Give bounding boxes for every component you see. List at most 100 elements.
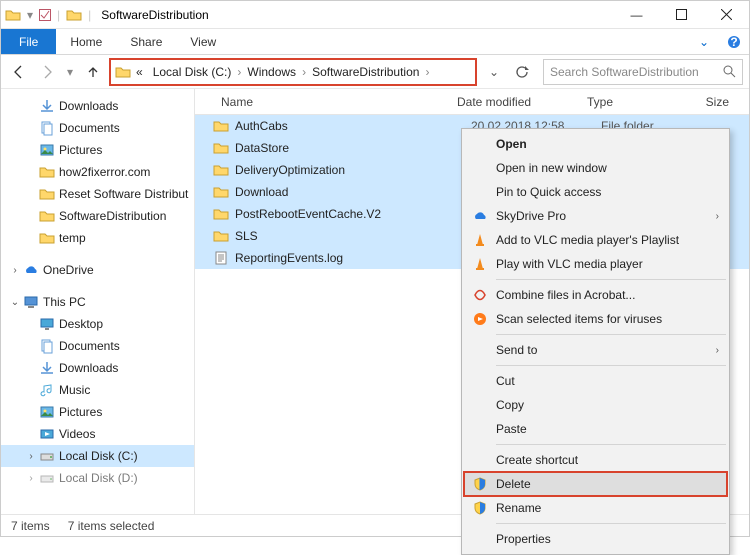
shield-icon	[472, 500, 488, 516]
pc-icon	[23, 294, 39, 310]
separator	[496, 444, 726, 445]
tree-videos[interactable]: Videos	[1, 423, 194, 445]
onedrive-icon	[23, 262, 39, 278]
ctx-send-to[interactable]: Send to›	[464, 338, 727, 362]
tree-downloads[interactable]: Downloads	[1, 357, 194, 379]
ctx-skydrive-pro[interactable]: SkyDrive Pro›	[464, 204, 727, 228]
col-date[interactable]: Date modified	[449, 95, 579, 109]
nav-pane[interactable]: Downloads Documents Pictures how2fixerro…	[1, 89, 195, 514]
ctx-pin-quick-access[interactable]: Pin to Quick access	[464, 180, 727, 204]
tree-onedrive[interactable]: ›OneDrive	[1, 259, 194, 281]
folder-icon	[213, 140, 229, 156]
status-item-count: 7 items	[11, 519, 50, 533]
ctx-copy[interactable]: Copy	[464, 393, 727, 417]
tree-folder[interactable]: Reset Software Distribut	[1, 183, 194, 205]
folder-icon	[66, 7, 82, 23]
tree-local-disk-d[interactable]: ›Local Disk (D:)	[1, 467, 194, 489]
folder-icon	[115, 64, 131, 80]
tab-home[interactable]: Home	[56, 29, 116, 54]
chevron-right-icon[interactable]: ›	[424, 65, 430, 79]
ctx-vlc-play[interactable]: Play with VLC media player	[464, 252, 727, 276]
search-placeholder: Search SoftwareDistribution	[550, 65, 699, 79]
address-dropdown[interactable]: ⌄	[483, 61, 505, 83]
ctx-avast-scan[interactable]: Scan selected items for viruses	[464, 307, 727, 331]
videos-icon	[39, 426, 55, 442]
file-name: PostRebootEventCache.V2	[235, 207, 471, 221]
ribbon-expand-icon[interactable]: ⌄	[689, 29, 719, 54]
tree-pictures[interactable]: Pictures	[1, 139, 194, 161]
qat-sep: |	[88, 8, 91, 22]
qat-dropdown[interactable]: ▾	[27, 8, 33, 22]
folder-icon	[39, 164, 55, 180]
breadcrumb-prefix[interactable]: «	[131, 65, 148, 79]
tree-downloads[interactable]: Downloads	[1, 95, 194, 117]
file-name: ReportingEvents.log	[235, 251, 471, 265]
separator	[496, 523, 726, 524]
breadcrumb[interactable]: SoftwareDistribution	[307, 65, 424, 79]
file-name: DataStore	[235, 141, 471, 155]
up-button[interactable]	[81, 60, 105, 84]
collapse-icon[interactable]: ⌄	[7, 297, 23, 308]
expand-icon[interactable]: ›	[7, 265, 23, 276]
ctx-delete[interactable]: Delete	[464, 472, 727, 496]
folder-icon	[213, 184, 229, 200]
ctx-acrobat[interactable]: Combine files in Acrobat...	[464, 283, 727, 307]
ctx-open[interactable]: Open	[464, 132, 727, 156]
col-size[interactable]: Size	[669, 95, 749, 109]
file-icon	[213, 250, 229, 266]
separator	[496, 334, 726, 335]
minimize-button[interactable]: —	[614, 1, 659, 29]
help-icon[interactable]: ?	[719, 29, 749, 54]
tab-share[interactable]: Share	[116, 29, 176, 54]
folder-icon	[39, 186, 55, 202]
ctx-open-new-window[interactable]: Open in new window	[464, 156, 727, 180]
breadcrumb[interactable]: Windows	[242, 65, 301, 79]
tree-folder[interactable]: temp	[1, 227, 194, 249]
downloads-icon	[39, 360, 55, 376]
tree-local-disk-c[interactable]: ›Local Disk (C:)	[1, 445, 194, 467]
ctx-vlc-add[interactable]: Add to VLC media player's Playlist	[464, 228, 727, 252]
separator	[496, 279, 726, 280]
folder-icon	[5, 7, 21, 23]
chevron-right-icon: ›	[716, 211, 719, 222]
folder-icon	[213, 228, 229, 244]
tab-view[interactable]: View	[176, 29, 230, 54]
col-name[interactable]: Name	[213, 95, 449, 109]
col-type[interactable]: Type	[579, 95, 669, 109]
expand-icon[interactable]: ›	[23, 451, 39, 462]
folder-icon	[213, 162, 229, 178]
documents-icon	[39, 120, 55, 136]
svg-text:?: ?	[730, 35, 737, 49]
tree-desktop[interactable]: Desktop	[1, 313, 194, 335]
expand-icon[interactable]: ›	[23, 473, 39, 484]
drive-icon	[39, 448, 55, 464]
forward-button[interactable]	[35, 60, 59, 84]
tree-music[interactable]: Music	[1, 379, 194, 401]
tree-pictures[interactable]: Pictures	[1, 401, 194, 423]
ctx-paste[interactable]: Paste	[464, 417, 727, 441]
tree-documents[interactable]: Documents	[1, 117, 194, 139]
breadcrumb[interactable]: Local Disk (C:)	[148, 65, 237, 79]
ctx-rename[interactable]: Rename	[464, 496, 727, 520]
file-name: Download	[235, 185, 471, 199]
ctx-properties[interactable]: Properties	[464, 527, 727, 551]
refresh-button[interactable]	[511, 61, 533, 83]
search-icon[interactable]	[723, 65, 736, 78]
maximize-button[interactable]	[659, 1, 704, 29]
close-button[interactable]	[704, 1, 749, 29]
qat-checkbox-icon[interactable]	[39, 9, 51, 21]
tree-folder[interactable]: SoftwareDistribution	[1, 205, 194, 227]
search-input[interactable]: Search SoftwareDistribution	[543, 59, 743, 85]
ctx-cut[interactable]: Cut	[464, 369, 727, 393]
tab-file[interactable]: File	[1, 29, 56, 54]
back-button[interactable]	[7, 60, 31, 84]
recent-dropdown[interactable]: ▾	[63, 60, 77, 84]
vlc-icon	[472, 256, 488, 272]
ctx-create-shortcut[interactable]: Create shortcut	[464, 448, 727, 472]
tree-documents[interactable]: Documents	[1, 335, 194, 357]
address-bar[interactable]: « Local Disk (C:)› Windows› SoftwareDist…	[109, 58, 477, 86]
tree-folder[interactable]: how2fixerror.com	[1, 161, 194, 183]
tree-thispc[interactable]: ⌄This PC	[1, 291, 194, 313]
column-headers[interactable]: Name Date modified Type Size	[195, 89, 749, 115]
status-selected-count: 7 items selected	[68, 519, 155, 533]
